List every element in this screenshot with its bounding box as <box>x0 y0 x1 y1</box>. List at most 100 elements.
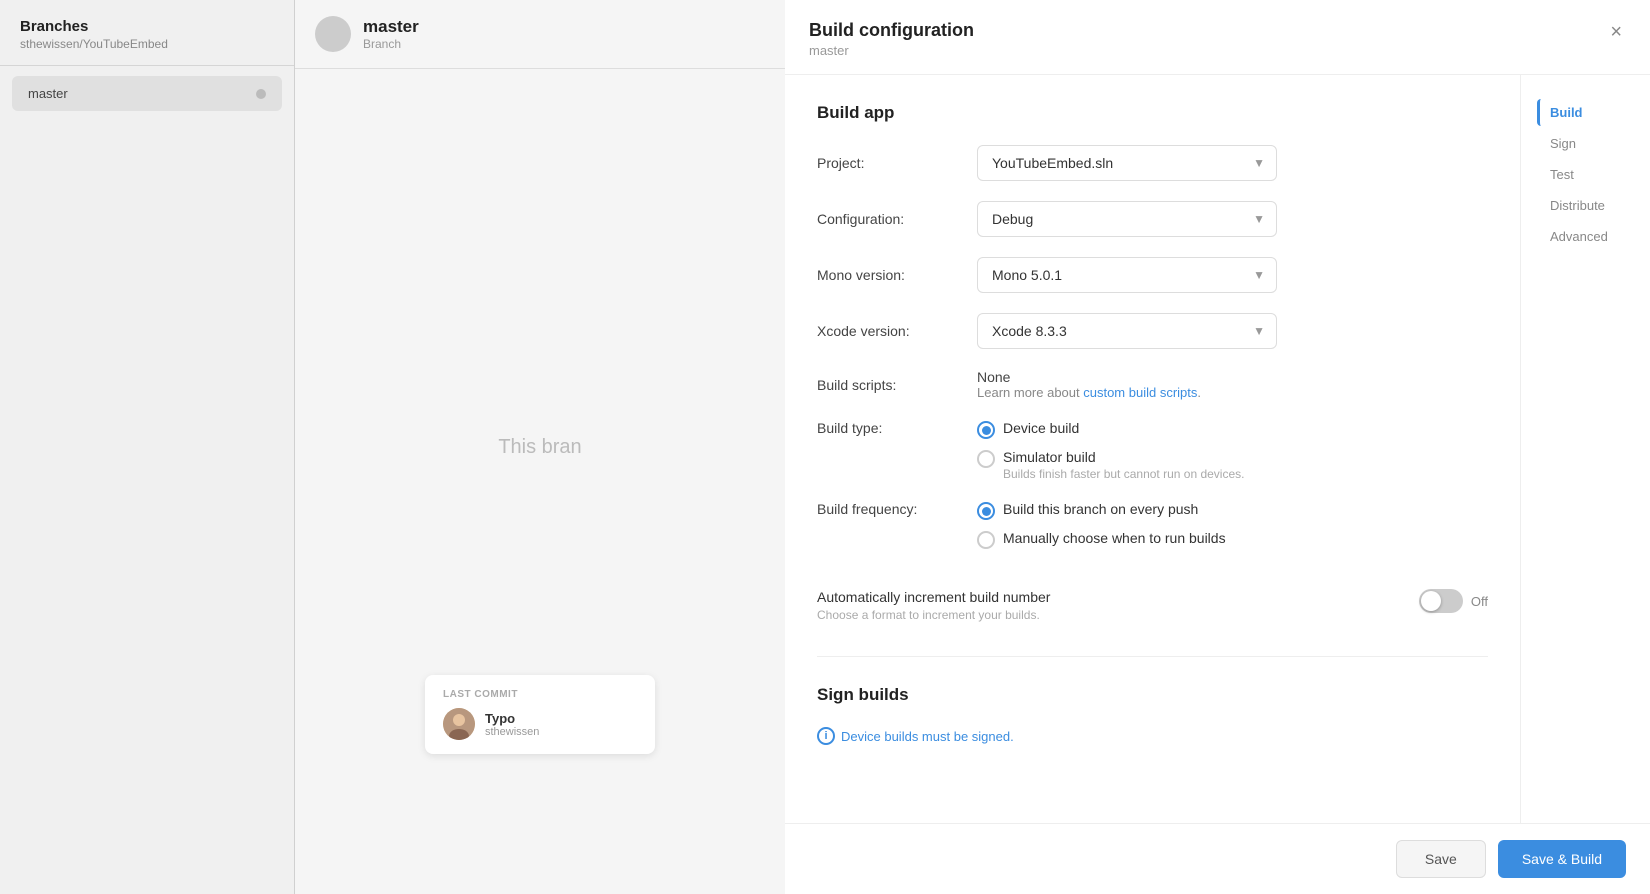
build-freq-row: Build frequency: Build this branch on ev… <box>817 501 1488 549</box>
project-row: Project: YouTubeEmbed.sln ▼ <box>817 145 1488 181</box>
close-button[interactable]: × <box>1606 20 1626 44</box>
project-select-wrapper: YouTubeEmbed.sln ▼ <box>977 145 1277 181</box>
branch-circle <box>315 16 351 52</box>
radio-device-label: Device build <box>1003 420 1079 436</box>
middle-panel: master Branch This bran LAST COMMIT Typo… <box>295 0 785 894</box>
radio-manual[interactable]: Manually choose when to run builds <box>977 530 1488 549</box>
radio-simulator-input[interactable] <box>977 450 995 468</box>
radio-manual-input[interactable] <box>977 531 995 549</box>
middle-branch-info: master Branch <box>363 17 419 51</box>
configuration-label: Configuration: <box>817 211 977 227</box>
sign-info: i Device builds must be signed. <box>817 727 1488 745</box>
modal-header: Build configuration master × <box>785 0 1650 75</box>
scripts-link-text: Learn more about custom build scripts. <box>977 385 1488 400</box>
build-type-label: Build type: <box>817 420 977 436</box>
last-commit-content: Typo sthewissen <box>443 708 637 740</box>
nav-item-build[interactable]: Build <box>1537 99 1634 126</box>
modal-nav: Build Sign Test Distribute Advanced <box>1520 75 1650 823</box>
mono-select-wrapper: Mono 5.0.1 ▼ <box>977 257 1277 293</box>
configuration-select-wrapper: Debug ▼ <box>977 201 1277 237</box>
commit-author: sthewissen <box>485 726 539 738</box>
toggle-control: Off <box>1419 589 1488 613</box>
nav-item-distribute[interactable]: Distribute <box>1537 192 1634 219</box>
nav-item-advanced[interactable]: Advanced <box>1537 223 1634 250</box>
radio-simulator-sublabel: Builds finish faster but cannot run on d… <box>1003 467 1244 481</box>
configuration-select[interactable]: Debug <box>977 201 1277 237</box>
modal-branch-name: master <box>809 43 974 58</box>
xcode-row: Xcode version: Xcode 8.3.3 ▼ <box>817 313 1488 349</box>
scripts-control: None Learn more about custom build scrip… <box>977 369 1488 400</box>
branch-item-name: master <box>28 86 68 101</box>
sign-info-text: Device builds must be signed. <box>841 729 1014 744</box>
section-title-build: Build app <box>817 103 1488 123</box>
last-commit-label: LAST COMMIT <box>443 689 637 700</box>
toggle-knob <box>1421 591 1441 611</box>
auto-increment-row: Automatically increment build number Cho… <box>817 569 1488 632</box>
configuration-control: Debug ▼ <box>977 201 1488 237</box>
sidebar-title: Branches <box>20 18 274 35</box>
nav-item-test[interactable]: Test <box>1537 161 1634 188</box>
radio-device-input[interactable] <box>977 421 995 439</box>
mono-label: Mono version: <box>817 267 977 283</box>
save-button[interactable]: Save <box>1396 840 1486 878</box>
last-commit-card: LAST COMMIT Typo sthewissen <box>425 675 655 754</box>
empty-state-text: This bran <box>498 436 581 459</box>
radio-simulator-label-group: Simulator build Builds finish faster but… <box>1003 449 1244 481</box>
radio-every-push[interactable]: Build this branch on every push <box>977 501 1488 520</box>
middle-header: master Branch <box>295 0 785 69</box>
section-title-sign: Sign builds <box>817 685 1488 705</box>
radio-device-build[interactable]: Device build <box>977 420 1488 439</box>
modal-footer: Save Save & Build <box>785 823 1650 894</box>
commit-message: Typo <box>485 711 539 726</box>
configuration-row: Configuration: Debug ▼ <box>817 201 1488 237</box>
sidebar-header: Branches sthewissen/YouTubeEmbed <box>0 0 294 66</box>
branch-item[interactable]: master <box>12 76 282 111</box>
project-select[interactable]: YouTubeEmbed.sln <box>977 145 1277 181</box>
xcode-select-wrapper: Xcode 8.3.3 ▼ <box>977 313 1277 349</box>
project-control: YouTubeEmbed.sln ▼ <box>977 145 1488 181</box>
build-freq-control: Build this branch on every push Manually… <box>977 501 1488 549</box>
radio-simulator-label: Simulator build <box>1003 449 1244 465</box>
modal-content: Build app Project: YouTubeEmbed.sln ▼ <box>785 75 1520 823</box>
build-freq-radio-group: Build this branch on every push Manually… <box>977 501 1488 549</box>
scripts-period: . <box>1197 385 1201 400</box>
build-type-radio-group: Device build Simulator build Builds fini… <box>977 420 1488 481</box>
branch-status-dot <box>256 89 266 99</box>
build-type-row: Build type: Device build <box>817 420 1488 481</box>
scripts-label: Build scripts: <box>817 377 977 393</box>
commit-avatar <box>443 708 475 740</box>
info-icon: i <box>817 727 835 745</box>
radio-every-push-input[interactable] <box>977 502 995 520</box>
mono-select[interactable]: Mono 5.0.1 <box>977 257 1277 293</box>
build-app-section: Build app Project: YouTubeEmbed.sln ▼ <box>817 75 1488 657</box>
custom-build-scripts-link[interactable]: custom build scripts <box>1083 385 1197 400</box>
modal-title-group: Build configuration master <box>809 20 974 58</box>
build-config-modal: Build configuration master × Build app P… <box>785 0 1650 894</box>
scripts-row: Build scripts: None Learn more about cus… <box>817 369 1488 400</box>
mono-row: Mono version: Mono 5.0.1 ▼ <box>817 257 1488 293</box>
nav-item-sign[interactable]: Sign <box>1537 130 1634 157</box>
mono-control: Mono 5.0.1 ▼ <box>977 257 1488 293</box>
toggle-info: Automatically increment build number Cho… <box>817 589 1050 622</box>
xcode-select[interactable]: Xcode 8.3.3 <box>977 313 1277 349</box>
build-type-control: Device build Simulator build Builds fini… <box>977 420 1488 481</box>
middle-branch-name: master <box>363 17 419 37</box>
save-and-build-button[interactable]: Save & Build <box>1498 840 1626 878</box>
toggle-off-label: Off <box>1471 594 1488 609</box>
scripts-none: None <box>977 369 1488 385</box>
radio-simulator-build[interactable]: Simulator build Builds finish faster but… <box>977 449 1488 481</box>
toggle-title: Automatically increment build number <box>817 589 1050 605</box>
project-label: Project: <box>817 155 977 171</box>
learn-more-text: Learn more about <box>977 385 1083 400</box>
xcode-label: Xcode version: <box>817 323 977 339</box>
xcode-control: Xcode 8.3.3 ▼ <box>977 313 1488 349</box>
modal-title: Build configuration <box>809 20 974 41</box>
middle-branch-label: Branch <box>363 37 419 51</box>
left-sidebar: Branches sthewissen/YouTubeEmbed master <box>0 0 295 894</box>
commit-info: Typo sthewissen <box>485 711 539 738</box>
radio-manual-label: Manually choose when to run builds <box>1003 530 1226 546</box>
sidebar-subtitle: sthewissen/YouTubeEmbed <box>20 37 274 51</box>
auto-increment-toggle[interactable] <box>1419 589 1463 613</box>
toggle-desc: Choose a format to increment your builds… <box>817 608 1050 622</box>
modal-body: Build app Project: YouTubeEmbed.sln ▼ <box>785 75 1650 823</box>
